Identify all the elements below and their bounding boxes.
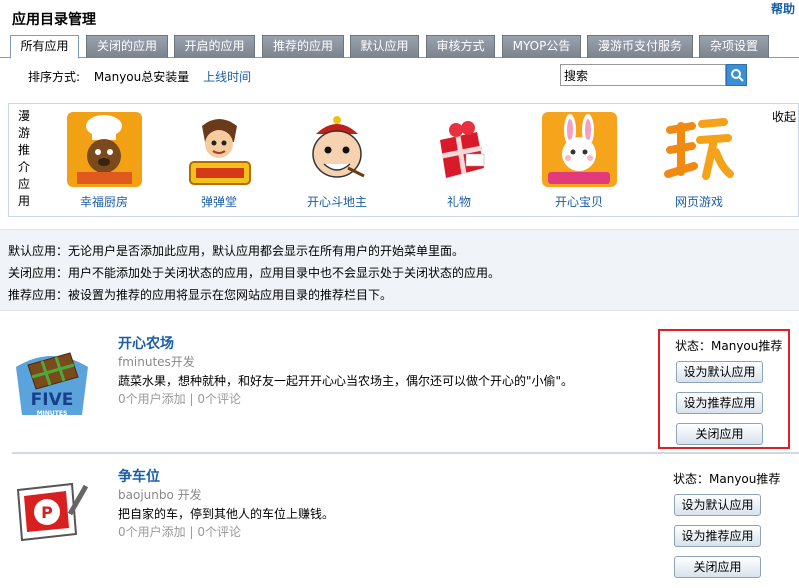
close-app-button[interactable]: 关闭应用	[676, 423, 763, 445]
description-panel: 默认应用：无论用户是否添加此应用，默认应用都会显示在所有用户的开始菜单里面。 关…	[0, 229, 799, 311]
app-developer: baojunbo 开发	[118, 488, 202, 502]
tab-recommended-apps[interactable]: 推荐的应用	[262, 35, 344, 58]
app-icon-text: P	[41, 503, 53, 522]
app-comments-link[interactable]: 0个评论	[197, 392, 241, 406]
recommended-item-label: 礼物	[446, 195, 471, 209]
app-stats: 0个用户添加 | 0个评论	[118, 525, 241, 539]
recommended-title: 漫游推介应用	[18, 109, 31, 208]
tab-closed-apps[interactable]: 关闭的应用	[86, 35, 168, 58]
desc-recommended-apps: 推荐应用：被设置为推荐的应用将显示在您网站应用目录的推荐栏目下。	[8, 288, 393, 302]
set-recommended-button[interactable]: 设为推荐应用	[676, 392, 763, 414]
tab-enabled-apps[interactable]: 开启的应用	[174, 35, 255, 58]
app-description: 把自家的车，停到其他人的车位上赚钱。	[118, 507, 335, 521]
app-status: 状态：Manyou推荐	[675, 339, 783, 353]
tab-default-apps[interactable]: 默认应用	[350, 35, 419, 58]
recommended-apps-panel: 漫游推介应用 收起 幸福厨房 弹弹堂 开心斗地主 礼物 开心宝贝 网页游戏	[8, 103, 799, 217]
tab-bar: 所有应用 关闭的应用 开启的应用 推荐的应用 默认应用 审核方式 MYOP公告 …	[0, 35, 799, 59]
ddtank-icon	[182, 112, 257, 187]
app-description: 蔬菜水果，想种就种，和好友一起开开心心当农场主，偶尔还可以做个开心的"小偷"。	[118, 374, 574, 388]
recommended-item-gift[interactable]: 礼物	[409, 112, 509, 210]
recommended-item-label: 幸福厨房	[79, 195, 128, 209]
search-icon	[731, 69, 744, 82]
tab-misc-settings[interactable]: 杂项设置	[699, 35, 769, 58]
app-icon-text: FIVE	[31, 390, 74, 410]
app-comments-link[interactable]: 0个评论	[197, 525, 241, 539]
sort-label: 排序方式:	[28, 70, 81, 84]
desc-default-apps: 默认应用：无论用户是否添加此应用，默认应用都会显示在所有用户的开始菜单里面。	[8, 244, 465, 258]
five-minutes-farm-icon: FIVE MINUTES	[12, 339, 92, 419]
recommended-item-label: 开心斗地主	[306, 195, 367, 209]
gift-box-icon	[422, 112, 497, 187]
recommended-item-happy-baby[interactable]: 开心宝贝	[529, 112, 629, 210]
tab-myop-notice[interactable]: MYOP公告	[502, 35, 581, 58]
bunny-icon	[541, 112, 617, 187]
tab-all-apps[interactable]: 所有应用	[10, 35, 79, 59]
app-name[interactable]: 争车位	[118, 466, 160, 486]
help-link[interactable]: 帮助	[771, 0, 795, 17]
app-users-link[interactable]: 0个用户添加	[118, 525, 186, 539]
app-developer: fminutes开发	[118, 355, 195, 369]
close-app-button[interactable]: 关闭应用	[674, 556, 761, 578]
collapse-link[interactable]: 收起	[772, 108, 796, 125]
chef-dog-icon	[66, 112, 142, 187]
tab-roaming-coin-payment[interactable]: 漫游币支付服务	[587, 35, 693, 58]
page-title: 应用目录管理	[12, 12, 96, 28]
sort-option-installs[interactable]: Manyou总安装量	[94, 70, 189, 84]
set-default-button[interactable]: 设为默认应用	[674, 494, 761, 516]
app-stats: 0个用户添加 | 0个评论	[118, 392, 241, 406]
recommended-item-landlord[interactable]: 开心斗地主	[287, 112, 387, 210]
recommended-item-web-games[interactable]: 网页游戏	[649, 112, 749, 210]
sort-bar: 排序方式: Manyou总安装量 上线时间	[28, 68, 261, 85]
set-default-button[interactable]: 设为默认应用	[676, 361, 763, 383]
recommended-item-ddtank[interactable]: 弹弹堂	[169, 112, 269, 210]
app-actions-panel-highlighted: 状态：Manyou推荐 设为默认应用 设为推荐应用 关闭应用	[658, 329, 790, 449]
app-users-link[interactable]: 0个用户添加	[118, 392, 186, 406]
search-button[interactable]	[726, 64, 747, 86]
recommended-item-label: 开心宝贝	[554, 195, 603, 209]
recommended-item-kitchen[interactable]: 幸福厨房	[54, 112, 154, 210]
app-name[interactable]: 开心农场	[118, 333, 174, 353]
desc-closed-apps: 关闭应用：用户不能添加处于关闭状态的应用，应用目录中也不会显示处于关闭状态的应用…	[8, 266, 501, 280]
parking-sign-icon: P	[12, 476, 92, 556]
search-input[interactable]	[560, 64, 726, 86]
app-status: 状态：Manyou推荐	[673, 472, 781, 486]
app-icon-subtext: MINUTES	[37, 410, 68, 417]
play-glyph-icon	[662, 112, 737, 187]
app-actions-panel: 状态：Manyou推荐 设为默认应用 设为推荐应用 关闭应用	[658, 464, 790, 584]
tab-review-mode[interactable]: 审核方式	[426, 35, 495, 58]
sort-option-time[interactable]: 上线时间	[203, 70, 251, 84]
recommended-item-label: 弹弹堂	[200, 195, 237, 209]
landlord-face-icon	[300, 112, 375, 187]
recommended-item-label: 网页游戏	[674, 195, 723, 209]
set-recommended-button[interactable]: 设为推荐应用	[674, 525, 761, 547]
